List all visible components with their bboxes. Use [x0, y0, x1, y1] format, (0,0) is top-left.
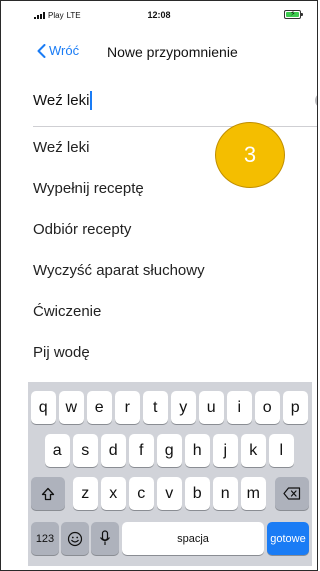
- battery-icon: ⚡: [284, 9, 303, 19]
- microphone-key[interactable]: [91, 522, 119, 555]
- key-j[interactable]: j: [213, 434, 238, 467]
- backspace-icon: [283, 487, 301, 500]
- chevron-left-icon: [37, 43, 46, 58]
- back-button[interactable]: Wróć: [37, 43, 79, 58]
- key-x[interactable]: x: [101, 477, 126, 510]
- navigation-bar: Wróć Nowe przypomnienie: [1, 39, 317, 67]
- numbers-key[interactable]: 123: [31, 522, 59, 555]
- microphone-icon: [100, 530, 110, 545]
- key-a[interactable]: a: [45, 434, 70, 467]
- status-bar: Play LTE 12:08 ⚡: [1, 1, 317, 27]
- back-label: Wróć: [49, 43, 80, 58]
- key-p[interactable]: p: [283, 391, 308, 424]
- reminder-name-value: Weź leki: [33, 91, 90, 109]
- key-h[interactable]: h: [185, 434, 210, 467]
- key-l[interactable]: l: [269, 434, 294, 467]
- emoji-icon: [67, 531, 83, 546]
- suggestion-item[interactable]: Pij wodę: [33, 332, 317, 373]
- key-w[interactable]: w: [59, 391, 84, 424]
- key-g[interactable]: g: [157, 434, 182, 467]
- key-e[interactable]: e: [87, 391, 112, 424]
- key-v[interactable]: v: [157, 477, 182, 510]
- suggestion-item[interactable]: Wyczyść aparat słuchowy: [33, 250, 317, 291]
- backspace-key[interactable]: [275, 477, 309, 510]
- key-b[interactable]: b: [185, 477, 210, 510]
- emoji-key[interactable]: [61, 522, 89, 555]
- app-screen: Play LTE 12:08 ⚡ Wróć Nowe przypomnienie…: [0, 0, 318, 571]
- key-q[interactable]: q: [31, 391, 56, 424]
- shift-key[interactable]: [31, 477, 65, 510]
- key-z[interactable]: z: [73, 477, 98, 510]
- key-t[interactable]: t: [143, 391, 168, 424]
- text-caret: [90, 90, 93, 110]
- done-key[interactable]: gotowe: [267, 522, 309, 555]
- key-r[interactable]: r: [115, 391, 140, 424]
- key-s[interactable]: s: [73, 434, 98, 467]
- page-title: Nowe przypomnienie: [107, 44, 238, 60]
- key-f[interactable]: f: [129, 434, 154, 467]
- clear-icon[interactable]: ✕: [315, 93, 317, 108]
- key-y[interactable]: y: [171, 391, 196, 424]
- key-n[interactable]: n: [213, 477, 238, 510]
- space-key[interactable]: spacja: [122, 522, 264, 555]
- shift-icon: [41, 487, 55, 500]
- clock: 12:08: [147, 10, 171, 20]
- keyboard: q w e r t y u i o p a s d f g h j k l z x c v b n m 123 spacja gotow…: [28, 382, 312, 566]
- key-d[interactable]: d: [101, 434, 126, 467]
- reminder-search-row: Weź leki ✕: [33, 87, 317, 127]
- key-i[interactable]: i: [227, 391, 252, 424]
- suggestion-item[interactable]: Ćwiczenie: [33, 291, 317, 332]
- key-k[interactable]: k: [241, 434, 266, 467]
- suggestion-item[interactable]: Odbiór recepty: [33, 209, 317, 250]
- key-u[interactable]: u: [199, 391, 224, 424]
- key-c[interactable]: c: [129, 477, 154, 510]
- charging-icon: ⚡: [290, 9, 296, 18]
- key-m[interactable]: m: [241, 477, 266, 510]
- key-o[interactable]: o: [255, 391, 280, 424]
- reminder-name-input[interactable]: Weź leki: [33, 87, 281, 113]
- step-badge: 3: [215, 122, 285, 188]
